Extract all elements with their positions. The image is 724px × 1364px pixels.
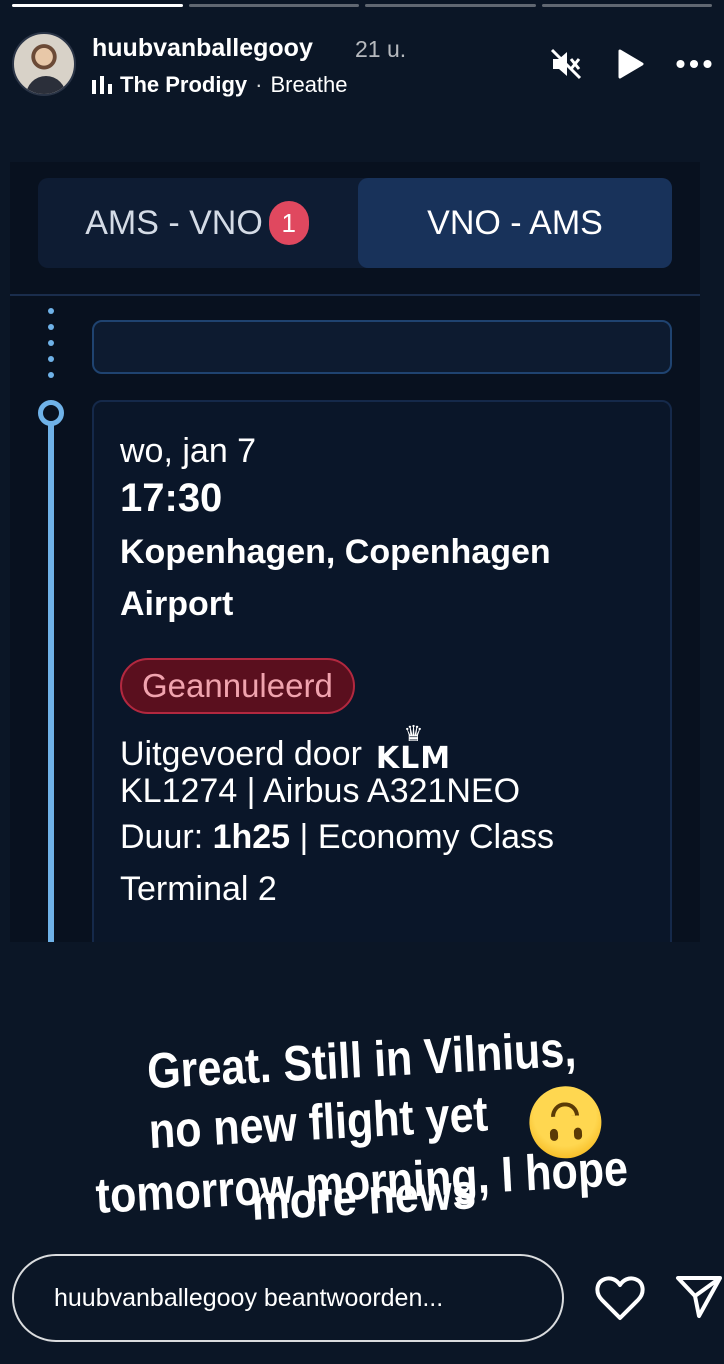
travel-class: | Economy Class: [299, 818, 555, 856]
music-bars-icon: [92, 76, 112, 94]
send-icon[interactable]: [674, 1272, 724, 1322]
progress-segment: [188, 4, 359, 7]
story-progress: [12, 4, 712, 7]
klm-logo: ♛ KLM: [375, 723, 452, 776]
timeline-node-icon: [38, 400, 64, 426]
duration-label: Duur:: [120, 818, 204, 856]
operated-by-label: Uitgevoerd door: [120, 735, 362, 773]
divider: [10, 294, 700, 296]
notification-badge: 1: [268, 201, 309, 245]
terminal: Terminal 2: [120, 870, 277, 908]
progress-segment: [12, 4, 183, 7]
route-tabs: AMS - VNO 1 VNO - AMS: [38, 178, 672, 268]
music-separator: ·: [255, 72, 263, 97]
duration-value: 1h25: [212, 818, 291, 856]
tab-ams-vno[interactable]: AMS - VNO 1: [38, 178, 356, 268]
post-time: 21 u.: [355, 36, 407, 62]
heart-icon[interactable]: [594, 1274, 646, 1322]
empty-card: [92, 320, 672, 374]
tab-vno-ams[interactable]: VNO - AMS: [358, 178, 672, 268]
status-badge: Geannuleerd: [120, 658, 355, 714]
reply-input[interactable]: huubvanballegooy beantwoorden...: [12, 1254, 564, 1342]
muted-speaker-icon[interactable]: [548, 46, 584, 82]
avatar[interactable]: [12, 32, 76, 96]
progress-segment: [365, 4, 536, 7]
departure-place: Kopenhagen, Copenhagen Airport: [120, 533, 551, 623]
story-header: huubvanballegooy 21 u. The Prodigy · Bre…: [12, 30, 712, 100]
music-song: Breathe: [270, 72, 348, 97]
flight-time: 17:30: [120, 476, 223, 520]
username[interactable]: huubvanballegooy: [92, 34, 313, 63]
flight-card[interactable]: wo, jan 7 17:30 Kopenhagen, Copenhagen A…: [92, 400, 672, 942]
airline-logo-text: KLM: [375, 741, 452, 776]
music-artist: The Prodigy: [120, 72, 248, 97]
progress-segment: [541, 4, 712, 7]
reply-placeholder: huubvanballegooy beantwoorden...: [54, 1283, 444, 1312]
flight-info: KL1274 | Airbus A321NEO: [120, 772, 521, 810]
flight-date: wo, jan 7: [120, 432, 257, 470]
operated-by: Uitgevoerd door ♛ KLM: [120, 723, 452, 776]
play-icon[interactable]: [612, 46, 648, 82]
timeline-dots: [48, 308, 54, 388]
more-icon[interactable]: [676, 46, 712, 82]
flight-app-screenshot: AMS - VNO 1 VNO - AMS wo, jan 7 17:30 Ko…: [10, 162, 700, 942]
tab-label: VNO - AMS: [427, 203, 603, 242]
timeline-line: [48, 424, 54, 942]
tab-label: AMS - VNO: [85, 203, 263, 242]
music-info[interactable]: The Prodigy · Breathe: [92, 72, 348, 98]
flight-duration: Duur: 1h25 | Economy Class: [120, 818, 554, 857]
